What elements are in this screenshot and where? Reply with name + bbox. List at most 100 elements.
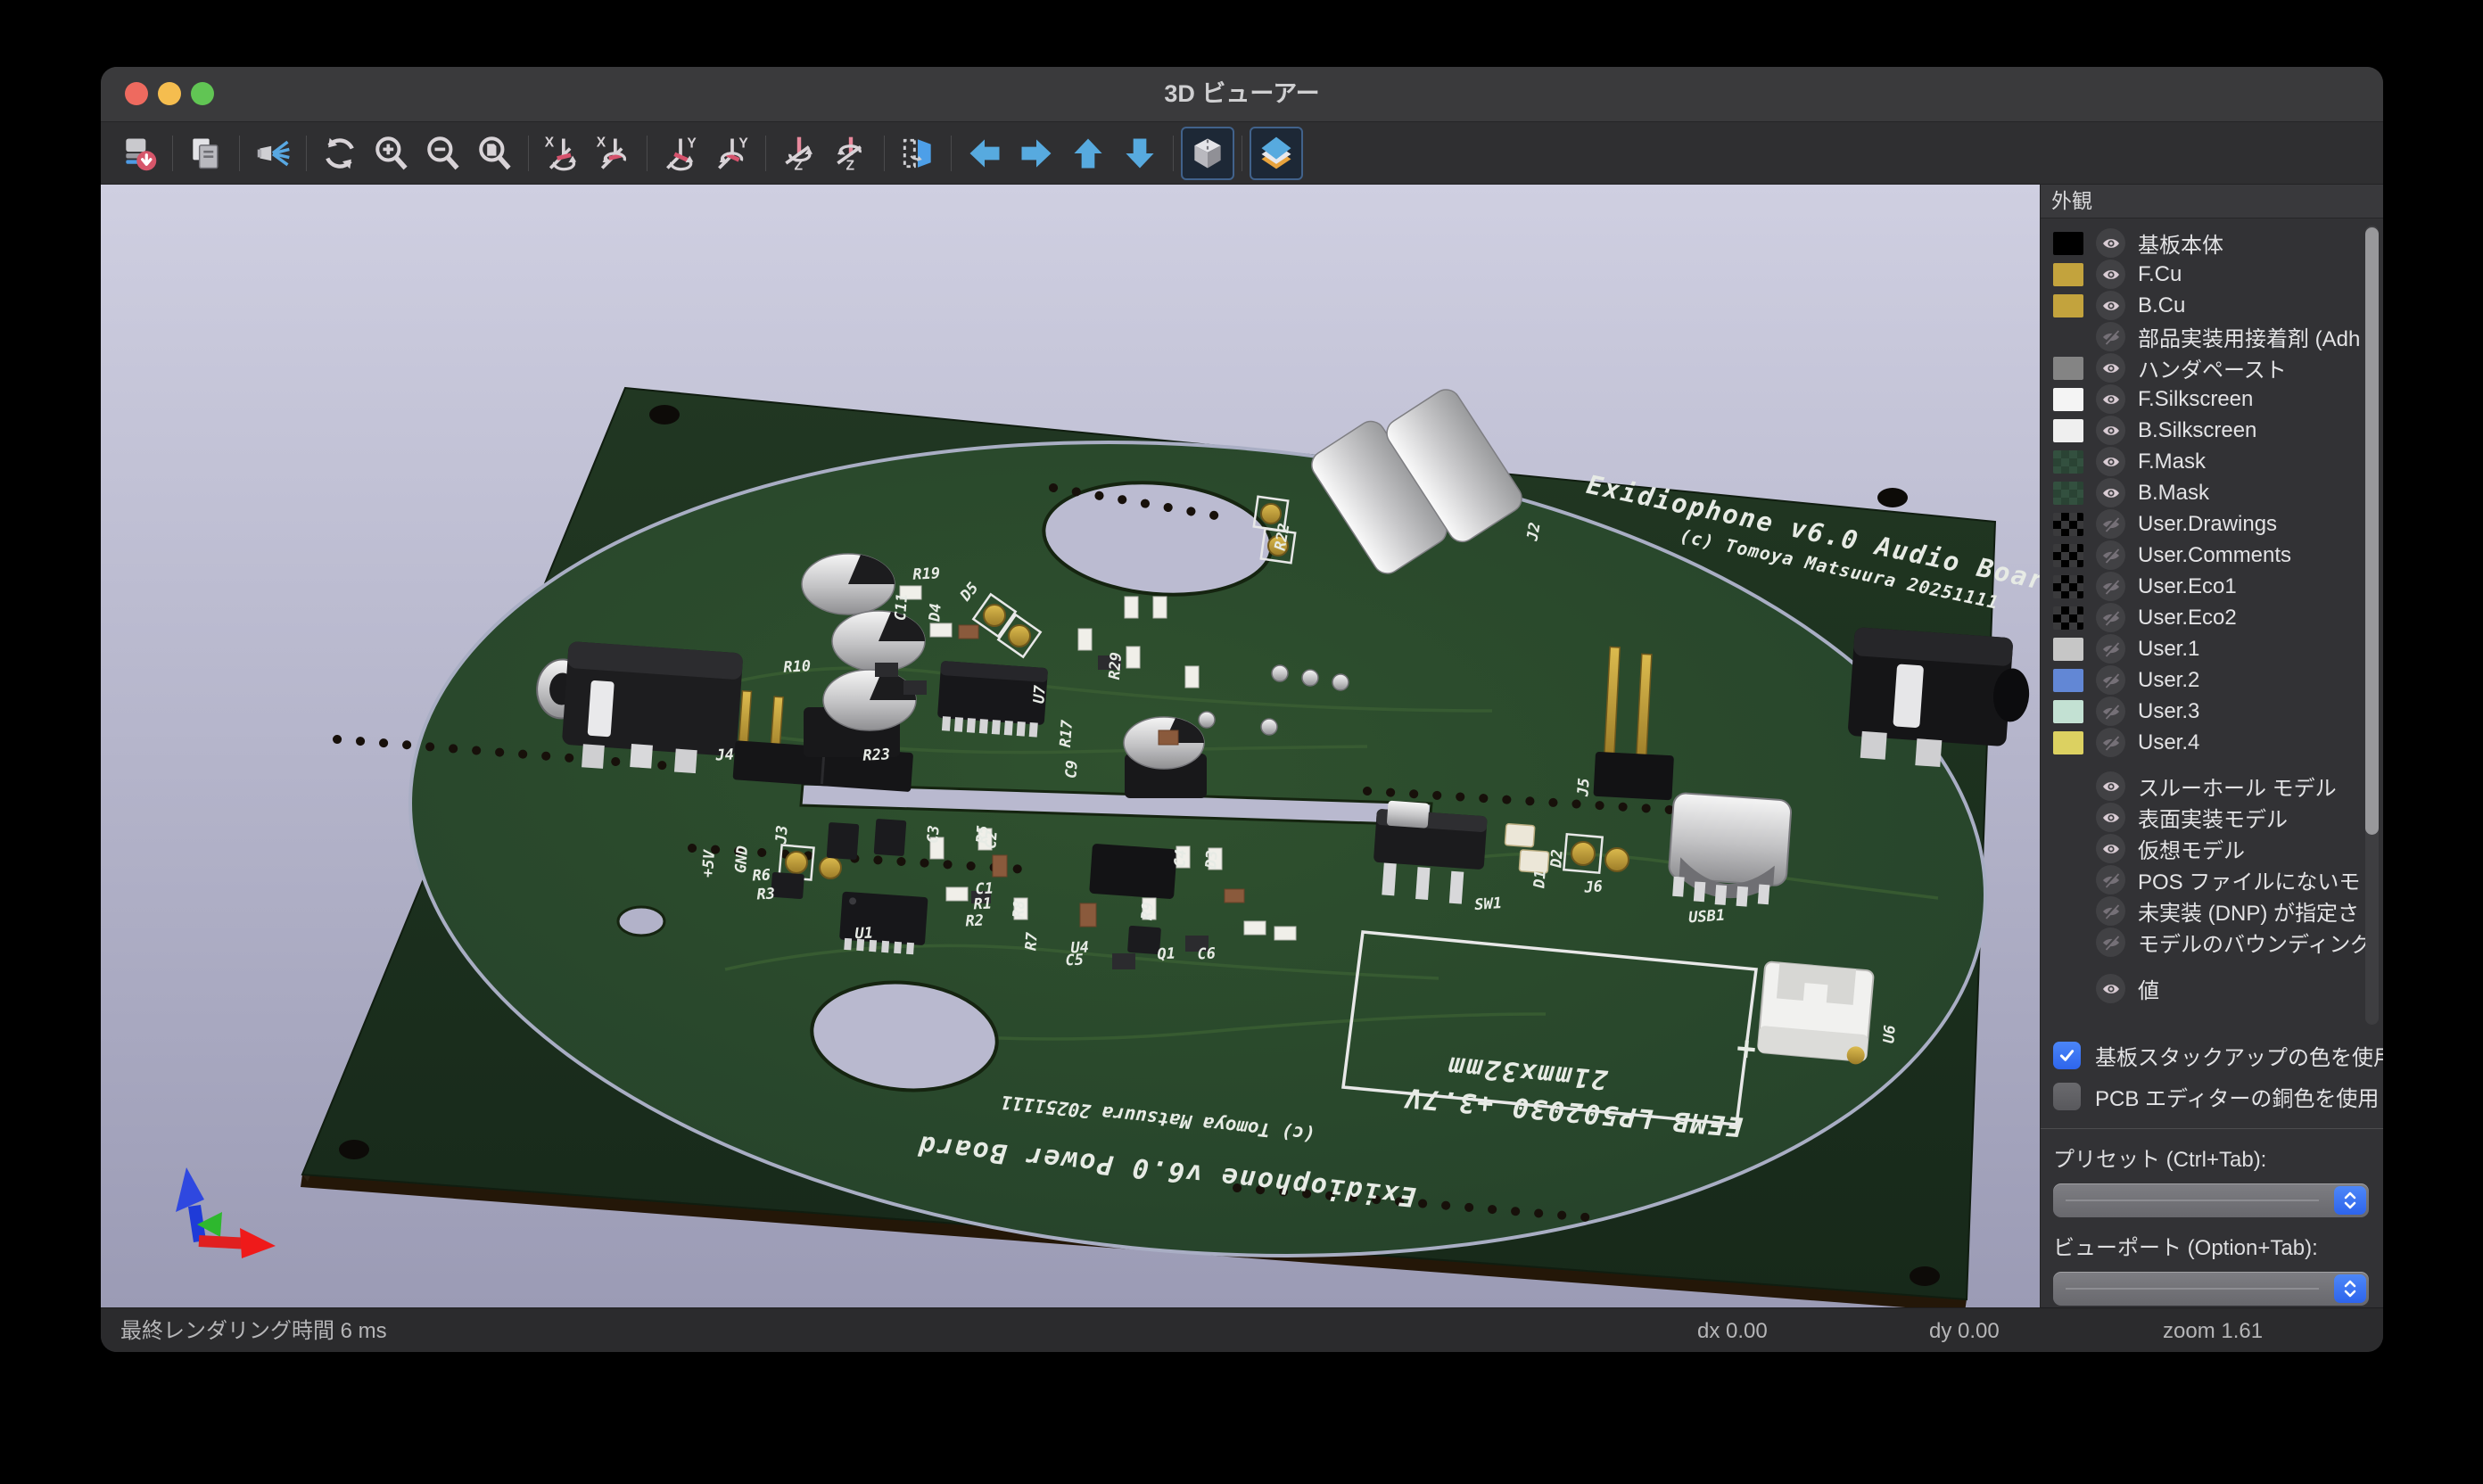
layer-color-swatch[interactable]: [2053, 513, 2083, 536]
layer-row[interactable]: User.4: [2053, 727, 2383, 758]
layer-row[interactable]: B.Silkscreen: [2053, 415, 2383, 446]
layer-row[interactable]: F.Mask: [2053, 446, 2383, 477]
zoom-to-fit-icon[interactable]: [469, 128, 521, 179]
model-row[interactable]: スルーホール モデル: [2053, 771, 2383, 802]
visibility-off-icon[interactable]: [2096, 665, 2125, 695]
zoom-in-icon[interactable]: [366, 128, 417, 179]
visibility-off-icon[interactable]: [2096, 509, 2125, 539]
checkbox-checked-icon[interactable]: [2053, 1042, 2081, 1069]
layer-row[interactable]: User.Drawings: [2053, 508, 2383, 540]
visibility-on-icon[interactable]: [2096, 771, 2125, 801]
layer-color-swatch[interactable]: [2053, 731, 2083, 754]
move-down-icon[interactable]: [1114, 128, 1166, 179]
visibility-on-icon[interactable]: [2096, 447, 2125, 476]
visibility-on-icon[interactable]: [2096, 291, 2125, 320]
model-row[interactable]: 未実装 (DNP) が指定さ: [2053, 895, 2383, 927]
layer-color-swatch[interactable]: [2053, 606, 2083, 630]
visibility-off-icon[interactable]: [2096, 697, 2125, 726]
layer-row[interactable]: User.1: [2053, 633, 2383, 664]
layer-row[interactable]: User.Eco1: [2053, 571, 2383, 602]
layer-color-swatch[interactable]: [2053, 575, 2083, 598]
visibility-on-icon[interactable]: [2096, 478, 2125, 507]
rotate-z-clockwise-icon[interactable]: Z: [773, 128, 825, 179]
appearance-manager-icon[interactable]: [1250, 127, 1303, 180]
visibility-off-icon[interactable]: [2096, 572, 2125, 601]
layer-color-swatch[interactable]: [2053, 388, 2083, 411]
reload-board-icon[interactable]: [113, 128, 165, 179]
scrollbar[interactable]: [2365, 226, 2379, 1025]
visibility-off-icon[interactable]: [2096, 896, 2125, 926]
flip-board-icon[interactable]: [892, 128, 944, 179]
visibility-on-icon[interactable]: [2096, 384, 2125, 414]
raytrace-render-icon[interactable]: [247, 128, 299, 179]
layer-row[interactable]: 部品実装用接着剤 (Adh: [2053, 321, 2383, 352]
layer-color-swatch[interactable]: [2053, 450, 2083, 474]
layer-row[interactable]: User.Comments: [2053, 540, 2383, 571]
visibility-off-icon[interactable]: [2096, 322, 2125, 351]
layer-label: モデルのバウンディング: [2138, 927, 2372, 958]
pcb-copper-colors-row[interactable]: PCB エディターの銅色を使用: [2053, 1078, 2383, 1114]
layer-color-swatch[interactable]: [2053, 419, 2083, 442]
layer-color-swatch[interactable]: [2053, 638, 2083, 661]
layer-row[interactable]: 基板本体: [2053, 227, 2383, 259]
checkbox-unchecked-icon[interactable]: [2053, 1083, 2081, 1110]
refresh-view-icon[interactable]: [314, 128, 366, 179]
layer-row[interactable]: User.3: [2053, 696, 2383, 727]
svg-text:Y: Y: [738, 136, 748, 151]
visibility-off-icon[interactable]: [2096, 928, 2125, 957]
rotate-y-clockwise-icon[interactable]: Y: [655, 128, 706, 179]
visibility-on-icon[interactable]: [2096, 803, 2125, 832]
visibility-on-icon[interactable]: [2096, 416, 2125, 445]
visibility-off-icon[interactable]: [2096, 540, 2125, 570]
layer-row[interactable]: F.Cu: [2053, 259, 2383, 290]
dropdown-stepper-icon[interactable]: [2334, 1274, 2366, 1303]
scrollbar-thumb[interactable]: [2365, 227, 2379, 835]
visibility-on-icon[interactable]: [2096, 834, 2125, 863]
stackup-colors-label: 基板スタックアップの色を使用: [2095, 1040, 2383, 1071]
move-left-icon[interactable]: [959, 128, 1011, 179]
model-row[interactable]: 表面実装モデル: [2053, 802, 2383, 833]
preset-dropdown[interactable]: [2053, 1183, 2369, 1217]
visibility-on-icon[interactable]: [2096, 974, 2125, 1003]
layer-color-swatch[interactable]: [2053, 700, 2083, 723]
visibility-on-icon[interactable]: [2096, 260, 2125, 289]
rotate-x-clockwise-icon[interactable]: X: [536, 128, 588, 179]
layer-color-swatch[interactable]: [2053, 232, 2083, 255]
move-right-icon[interactable]: [1011, 128, 1062, 179]
layer-row[interactable]: B.Mask: [2053, 477, 2383, 508]
layer-row[interactable]: User.Eco2: [2053, 602, 2383, 633]
3d-viewport[interactable]: Exidiophone v6.0 Audio Board (c) Tomoya …: [101, 185, 2040, 1307]
move-up-icon[interactable]: [1062, 128, 1114, 179]
rotate-y-counterclockwise-icon[interactable]: Y: [706, 128, 758, 179]
dropdown-stepper-icon[interactable]: [2334, 1186, 2366, 1215]
layer-row[interactable]: F.Silkscreen: [2053, 383, 2383, 415]
layer-row[interactable]: ハンダペースト: [2053, 352, 2383, 383]
viewport-dropdown[interactable]: [2053, 1272, 2369, 1306]
visibility-off-icon[interactable]: [2096, 865, 2125, 895]
stackup-colors-row[interactable]: 基板スタックアップの色を使用: [2053, 1037, 2383, 1073]
rotate-z-counterclockwise-icon[interactable]: Z: [825, 128, 877, 179]
values-row[interactable]: 値: [2053, 973, 2383, 1004]
layer-color-swatch[interactable]: [2053, 544, 2083, 567]
model-row[interactable]: POS ファイルにないモ: [2053, 864, 2383, 895]
visibility-off-icon[interactable]: [2096, 603, 2125, 632]
toolbar-separator: [647, 136, 648, 171]
visibility-off-icon[interactable]: [2096, 728, 2125, 757]
rotate-x-counterclockwise-icon[interactable]: X: [588, 128, 639, 179]
orthographic-projection-icon[interactable]: [1181, 127, 1234, 180]
model-row[interactable]: モデルのバウンディング: [2053, 927, 2383, 958]
visibility-on-icon[interactable]: [2096, 353, 2125, 383]
copy-image-icon[interactable]: [180, 128, 232, 179]
layer-row[interactable]: User.2: [2053, 664, 2383, 696]
visibility-on-icon[interactable]: [2096, 228, 2125, 258]
layer-color-swatch[interactable]: [2053, 357, 2083, 380]
layer-color-swatch[interactable]: [2053, 294, 2083, 317]
layer-color-swatch[interactable]: [2053, 669, 2083, 692]
zoom-out-icon[interactable]: [417, 128, 469, 179]
layer-color-swatch[interactable]: [2053, 263, 2083, 286]
visibility-off-icon[interactable]: [2096, 634, 2125, 664]
model-row[interactable]: 仮想モデル: [2053, 833, 2383, 864]
layer-row[interactable]: B.Cu: [2053, 290, 2383, 321]
layer-color-swatch[interactable]: [2053, 482, 2083, 505]
toolbar-separator: [172, 136, 173, 171]
